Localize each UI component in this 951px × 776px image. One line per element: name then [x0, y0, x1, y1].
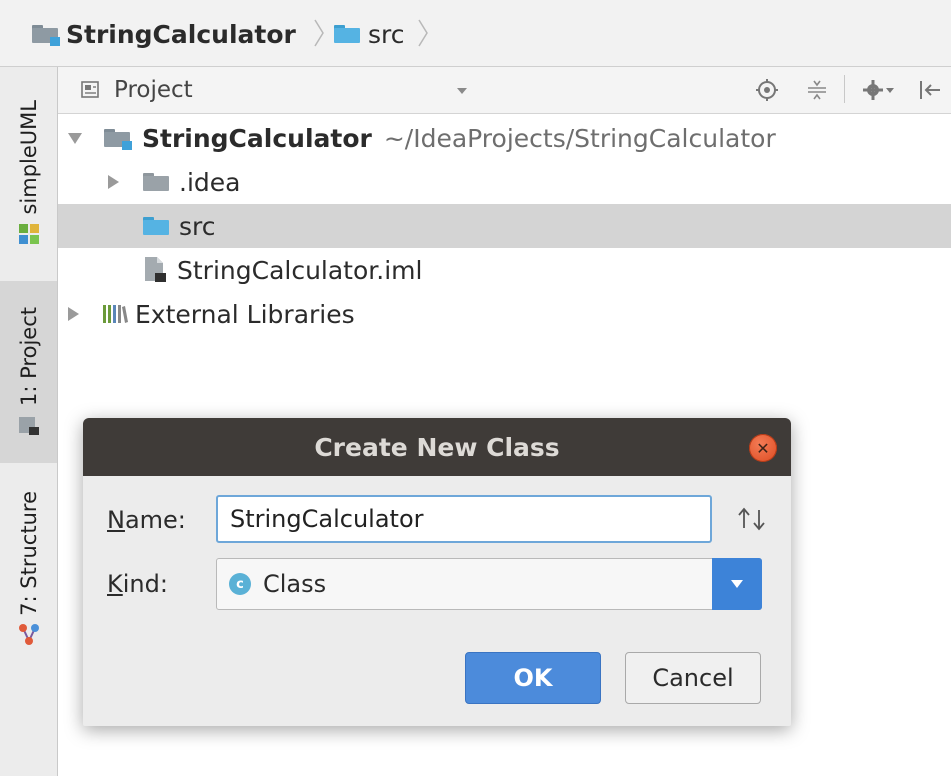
collapse-arrow-icon[interactable]	[68, 307, 79, 321]
collapse-arrow-icon[interactable]	[108, 175, 119, 189]
chevron-right-icon	[418, 19, 428, 47]
breadcrumb-item-project[interactable]: StringCalculator	[32, 18, 296, 50]
tab-project-label: 1: Project	[16, 306, 41, 406]
libraries-icon	[103, 305, 128, 323]
simpleuml-icon	[18, 224, 39, 245]
tool-window-strip: simpleUML 1: Project 7: Structure	[0, 67, 58, 776]
close-button[interactable]: ✕	[749, 434, 777, 462]
cancel-button[interactable]: Cancel	[625, 652, 761, 704]
project-view-label: Project	[114, 77, 193, 103]
up-down-arrows-icon[interactable]	[735, 506, 769, 532]
view-dropdown-arrow-icon[interactable]	[456, 87, 468, 95]
settings-icon[interactable]	[862, 78, 896, 102]
tree-item-iml[interactable]: StringCalculator.iml	[58, 248, 951, 292]
tab-simpleuml-label: simpleUML	[16, 99, 41, 215]
close-icon: ✕	[756, 438, 770, 458]
tree-root-path: ~/IdeaProjects/StringCalculator	[383, 123, 776, 153]
kind-value: Class	[263, 570, 327, 598]
project-folder-icon	[104, 129, 132, 150]
breadcrumb-src-label: src	[368, 19, 405, 49]
class-name-input[interactable]	[216, 495, 712, 543]
create-new-class-dialog: Create New Class ✕ Name: Kind: c Class O…	[83, 418, 791, 726]
ok-button[interactable]: OK	[465, 652, 601, 704]
tab-project[interactable]: 1: Project	[0, 281, 57, 463]
project-view-selector[interactable]: Project	[80, 77, 193, 103]
kind-label: Kind:	[107, 570, 168, 598]
breadcrumb-project-label: StringCalculator	[66, 19, 296, 49]
project-folder-icon	[32, 25, 60, 46]
hide-icon[interactable]	[918, 79, 942, 101]
tree-item-label: src	[179, 211, 216, 241]
source-folder-icon	[334, 25, 360, 43]
dialog-title: Create New Class	[314, 432, 560, 462]
structure-icon	[18, 624, 39, 646]
tree-item-label: StringCalculator.iml	[177, 255, 423, 285]
navigation-bar: StringCalculator src	[0, 0, 951, 67]
project-icon	[18, 417, 39, 436]
tree-item-label: External Libraries	[135, 299, 355, 329]
source-folder-icon	[143, 217, 169, 235]
class-kind-icon: c	[229, 573, 251, 595]
chevron-right-icon	[314, 19, 324, 47]
name-label: Name:	[107, 506, 186, 534]
breadcrumb-item-src[interactable]: src	[334, 18, 405, 50]
dialog-title-bar: Create New Class ✕	[83, 418, 791, 476]
kind-dropdown-button[interactable]	[712, 558, 762, 610]
project-view-icon	[81, 81, 99, 98]
tree-item-external-libraries[interactable]: External Libraries	[58, 292, 951, 336]
tree-item-src[interactable]: src	[58, 204, 951, 248]
expand-arrow-icon[interactable]	[68, 132, 82, 144]
tree-root-name: StringCalculator	[142, 123, 372, 153]
folder-icon	[143, 173, 169, 191]
collapse-all-icon[interactable]	[806, 79, 828, 101]
kind-select[interactable]: c Class	[216, 558, 762, 610]
tree-item-idea[interactable]: .idea	[58, 160, 951, 204]
module-file-icon	[145, 257, 166, 282]
toolbar-separator	[844, 75, 845, 103]
tree-item-label: .idea	[179, 167, 241, 197]
tab-structure-label: 7: Structure	[16, 490, 41, 616]
tree-root-row[interactable]: StringCalculator ~/IdeaProjects/StringCa…	[58, 116, 951, 160]
project-panel-header: Project	[58, 67, 951, 114]
chevron-down-icon	[731, 580, 743, 588]
tab-simpleuml[interactable]: simpleUML	[0, 73, 57, 273]
tab-structure[interactable]: 7: Structure	[0, 479, 57, 659]
locate-icon[interactable]	[756, 79, 778, 101]
